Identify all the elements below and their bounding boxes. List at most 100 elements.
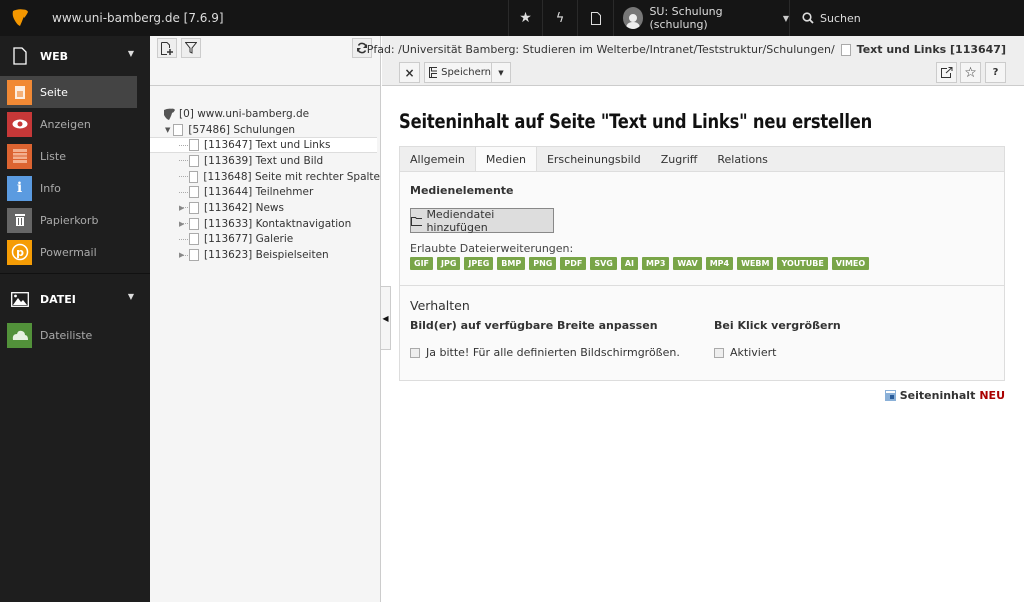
filter-button[interactable] [181,38,201,58]
tree-node-label: [113677] Galerie [204,233,294,246]
tree-node[interactable]: [113644] Teilnehmer [150,184,380,200]
fit-width-checkbox-label: Ja bitte! Für alle definierten Bildschir… [426,346,680,359]
content-element-icon [884,390,896,401]
clear-cache-button[interactable]: ϟ [542,0,577,36]
new-page-button[interactable] [157,38,177,58]
module-item-dateiliste[interactable]: Dateiliste [0,319,137,351]
extension-badge: YOUTUBE [777,257,828,270]
module-item-anzeigen[interactable]: Anzeigen [0,108,137,140]
folder-icon [411,216,423,226]
user-menu[interactable]: SU: Schulung (schulung) ▼ [613,0,789,36]
topbar: www.uni-bamberg.de [7.6.9] ★ ϟ SU: Schul… [0,0,1024,36]
module-menu: WEB ▼ Seite Anzeigen Liste i Info Papier… [0,36,150,602]
media-field-label: Medienelemente [410,184,514,197]
extension-badge: PNG [529,257,557,270]
tree-toolbar [150,36,380,86]
module-item-liste[interactable]: Liste [0,140,137,172]
star-icon: ★ [519,10,532,26]
flash-icon: ϟ [555,10,565,26]
extension-badge: JPG [437,257,461,270]
collapse-tree-handle[interactable]: ◀ [381,286,391,350]
tree-node-label: [113642] News [204,201,284,214]
module-group-datei[interactable]: DATEI ▼ [0,279,150,319]
module-item-label: Powermail [40,245,97,259]
save-label: Speichern [441,67,491,78]
extension-badge: GIF [410,257,434,270]
tree-connector [179,176,188,178]
powermail-icon: p [7,239,32,265]
expand-caret-icon[interactable]: ▶ [179,204,184,212]
page-icon [189,233,199,246]
module-item-papierkorb[interactable]: Papierkorb [0,204,137,236]
svg-text:p: p [16,246,24,259]
tree-connector [179,160,188,162]
page-icon [189,154,199,167]
behaviour-heading: Verhalten [410,298,470,313]
tab-panel-medien: Medienelemente Mediendatei hinzufügen Er… [399,171,1005,381]
tree-node-schulungen[interactable]: ▼ [57486] Schulungen [150,122,380,138]
tree-node[interactable]: [113647] Text und Links [150,137,377,154]
module-item-label: Dateiliste [40,328,93,342]
page-icon [189,201,199,214]
module-group-label: DATEI [40,292,76,306]
fit-width-label: Bild(er) auf verfügbare Breite anpassen [410,319,658,332]
tab-allgemein[interactable]: Allgemein [400,147,475,172]
module-item-seite[interactable]: Seite [0,76,137,108]
add-media-button[interactable]: Mediendatei hinzufügen [410,208,554,234]
external-link-icon [940,67,952,78]
chevron-down-icon: ▼ [127,292,134,301]
typo3-globe-icon [164,108,175,120]
open-in-new-window-button[interactable] [936,62,957,83]
filelist-icon [7,322,32,348]
tree-node[interactable]: [113639] Text und Bild [150,153,380,169]
enlarge-checkbox[interactable] [714,347,724,358]
search-icon [802,12,814,24]
record-type: Seiteninhalt [899,389,976,402]
module-item-label: Info [40,181,61,195]
tab-medien[interactable]: Medien [474,146,537,172]
search-button[interactable]: Suchen [789,0,1024,36]
bookmark-button[interactable]: ☆ [960,62,981,83]
module-item-info[interactable]: i Info [0,172,137,204]
tab-zugriff[interactable]: Zugriff [651,147,708,172]
close-button[interactable]: × [399,62,420,83]
page-icon [189,139,199,152]
tree-connector [179,191,188,193]
tree-connector [179,144,188,146]
list-icon [7,143,32,169]
bookmarks-button[interactable]: ★ [508,0,542,36]
fit-width-checkbox-row[interactable]: Ja bitte! Für alle definierten Bildschir… [410,346,680,359]
extension-badge: MP4 [705,257,734,270]
add-page-icon [161,41,173,55]
tree-node[interactable]: [113677] Galerie [150,232,380,248]
help-button[interactable]: ? [985,62,1006,83]
tree-root[interactable]: [0] www.uni-bamberg.de [150,106,380,122]
fit-width-checkbox[interactable] [410,347,420,358]
section-divider [400,285,1004,286]
tree-node[interactable]: ▶ [113633] Kontaktnavigation [150,216,380,232]
document-icon [590,11,601,25]
extension-badge: JPEG [464,257,494,270]
user-label: SU: Schulung (schulung) [649,5,723,31]
module-item-label: Anzeigen [40,117,91,131]
tab-relations[interactable]: Relations [707,147,778,172]
tree-node[interactable]: ▶ [113642] News [150,200,380,216]
module-item-powermail[interactable]: p Powermail [0,236,137,268]
tab-erscheinungsbild[interactable]: Erscheinungsbild [537,147,651,172]
save-options-button[interactable]: ▼ [491,62,511,83]
tree-node-label: [113648] Seite mit rechter Spalte [203,170,380,183]
module-item-label: Papierkorb [40,213,99,227]
tree-node[interactable]: ▶ [113623] Beispielseiten [150,247,380,263]
expand-caret-icon[interactable]: ▶ [179,251,184,259]
typo3-logo[interactable] [0,0,40,36]
page-tree: [0] www.uni-bamberg.de ▼ [57486] Schulun… [150,36,381,602]
expand-caret-icon[interactable]: ▶ [179,220,184,228]
tree-node[interactable]: [113648] Seite mit rechter Spalte [150,169,380,185]
open-docs-button[interactable] [577,0,613,36]
save-button[interactable]: Speichern [424,62,491,83]
tree-node-label: [113623] Beispielseiten [204,249,329,262]
module-group-web[interactable]: WEB ▼ [0,36,150,76]
save-icon [429,67,438,78]
page-icon [840,43,851,56]
enlarge-checkbox-row[interactable]: Aktiviert [714,346,776,359]
